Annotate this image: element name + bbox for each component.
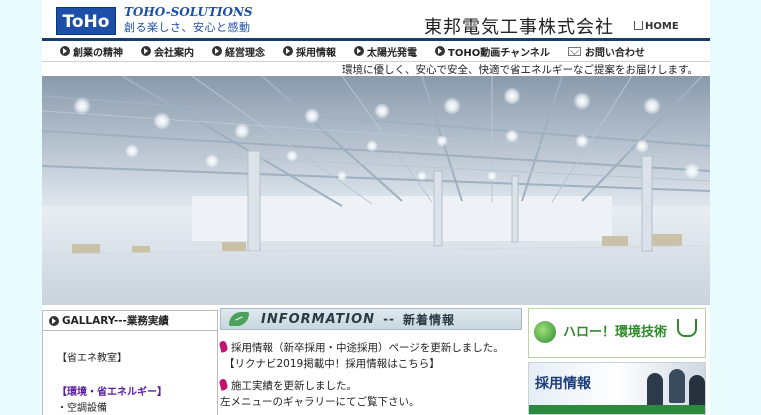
nav-item-philosophy[interactable]: 経営理念 — [212, 44, 265, 59]
nav-item-spirit[interactable]: 創業の精神 — [60, 44, 123, 59]
sidebar-item-aircon[interactable]: ・空調設備 — [57, 399, 107, 414]
gallery-sidebar: GALLARY---業務実績 【省エネ教室】 【環境・省エネルギー】 ・空調設備 — [42, 310, 218, 415]
arrow-circle-icon — [60, 46, 70, 56]
site-logo[interactable]: ToHo — [56, 7, 116, 35]
information-title: INFORMATION — [261, 311, 376, 327]
hand-icon — [677, 319, 697, 337]
news-text: 採用情報（新卒採用・中途採用）ページを更新しました。 — [231, 342, 504, 354]
person-photo — [669, 369, 685, 403]
nav-item-video-channel[interactable]: TOHO動画チャンネル — [435, 44, 550, 59]
hello-environment-banner[interactable]: ハロー！環境技術 — [528, 308, 706, 358]
information-section: INFORMATION -- 新着情報 採用情報（新卒採用・中途採用）ページを更… — [218, 308, 522, 415]
brand-name: TOHO-SOLUTIONS — [124, 5, 253, 19]
pin-icon — [218, 340, 229, 353]
nav-label: お問い合わせ — [584, 47, 645, 59]
banner-title: ハロー！環境技術 — [563, 325, 668, 340]
warehouse-illustration — [42, 76, 710, 305]
globe-icon — [534, 321, 556, 343]
pin-icon — [218, 378, 229, 391]
information-separator: -- — [383, 312, 396, 326]
nav-item-recruit[interactable]: 採用情報 — [283, 44, 336, 59]
sidebar-item-energy-class[interactable]: 【省エネ教室】 — [57, 349, 127, 364]
tagline: 創る楽しさ、安心と感動 — [124, 21, 251, 34]
news-text: 施工実績を更新しました。 — [231, 380, 357, 392]
leaf-icon — [229, 312, 249, 326]
page: ToHo TOHO-SOLUTIONS 創る楽しさ、安心と感動 東邦電気工事株式… — [42, 0, 710, 415]
arrow-circle-icon — [49, 315, 59, 326]
home-link[interactable]: HOME — [634, 20, 679, 32]
banner-title: 採用情報 — [535, 376, 591, 392]
arrow-circle-icon — [141, 46, 151, 56]
information-header: INFORMATION -- 新着情報 — [220, 308, 522, 330]
news-item[interactable]: 採用情報（新卒採用・中途採用）ページを更新しました。 — [218, 340, 504, 355]
information-subtitle: 新着情報 — [403, 312, 456, 327]
gallery-heading[interactable]: GALLARY---業務実績 — [43, 311, 217, 331]
gallery-heading-label: GALLARY---業務実績 — [62, 315, 169, 327]
arrow-circle-icon — [283, 46, 293, 56]
mail-icon — [567, 46, 581, 56]
home-icon — [634, 21, 643, 30]
person-photo — [647, 373, 663, 407]
company-name: 東邦電気工事株式会社 — [424, 17, 614, 38]
hero-image — [42, 76, 710, 305]
lead-text: 環境に優しく、安心で安全、快適で省エネルギーなご提案をお届けします。 — [342, 64, 698, 76]
home-label: HOME — [645, 21, 679, 32]
banner-column: ハロー！環境技術 採用情報 — [528, 308, 708, 415]
nav-item-company[interactable]: 会社案内 — [141, 44, 194, 59]
banner-strip — [529, 405, 705, 414]
arrow-circle-icon — [354, 46, 364, 56]
nav-label: 会社案内 — [154, 47, 194, 59]
nav-item-solar[interactable]: 太陽光発電 — [354, 44, 417, 59]
person-photo — [689, 375, 705, 409]
nav-label: 太陽光発電 — [367, 47, 417, 59]
recruit-banner[interactable]: 採用情報 — [528, 362, 706, 415]
news-link[interactable]: 【リクナビ2019掲載中！採用情報はこちら】 — [224, 356, 440, 371]
nav-item-contact[interactable]: お問い合わせ — [567, 44, 645, 59]
site-header: ToHo TOHO-SOLUTIONS 創る楽しさ、安心と感動 東邦電気工事株式… — [42, 0, 710, 38]
nav-label: TOHO動画チャンネル — [448, 47, 550, 59]
nav-label: 採用情報 — [296, 47, 336, 59]
nav-label: 経営理念 — [225, 47, 265, 59]
sidebar-item-environment[interactable]: 【環境・省エネルギー】 — [57, 383, 167, 398]
news-item[interactable]: 施工実績を更新しました。 — [218, 378, 357, 393]
arrow-circle-icon — [212, 46, 222, 56]
news-text: 左メニューのギャラリーにてご覧下さい。 — [220, 396, 420, 408]
nav-label: 創業の精神 — [73, 47, 123, 59]
arrow-circle-icon — [435, 46, 445, 56]
main-nav: 創業の精神 会社案内 経営理念 採用情報 太陽光発電 TOHO動画チャンネル お… — [42, 38, 710, 62]
